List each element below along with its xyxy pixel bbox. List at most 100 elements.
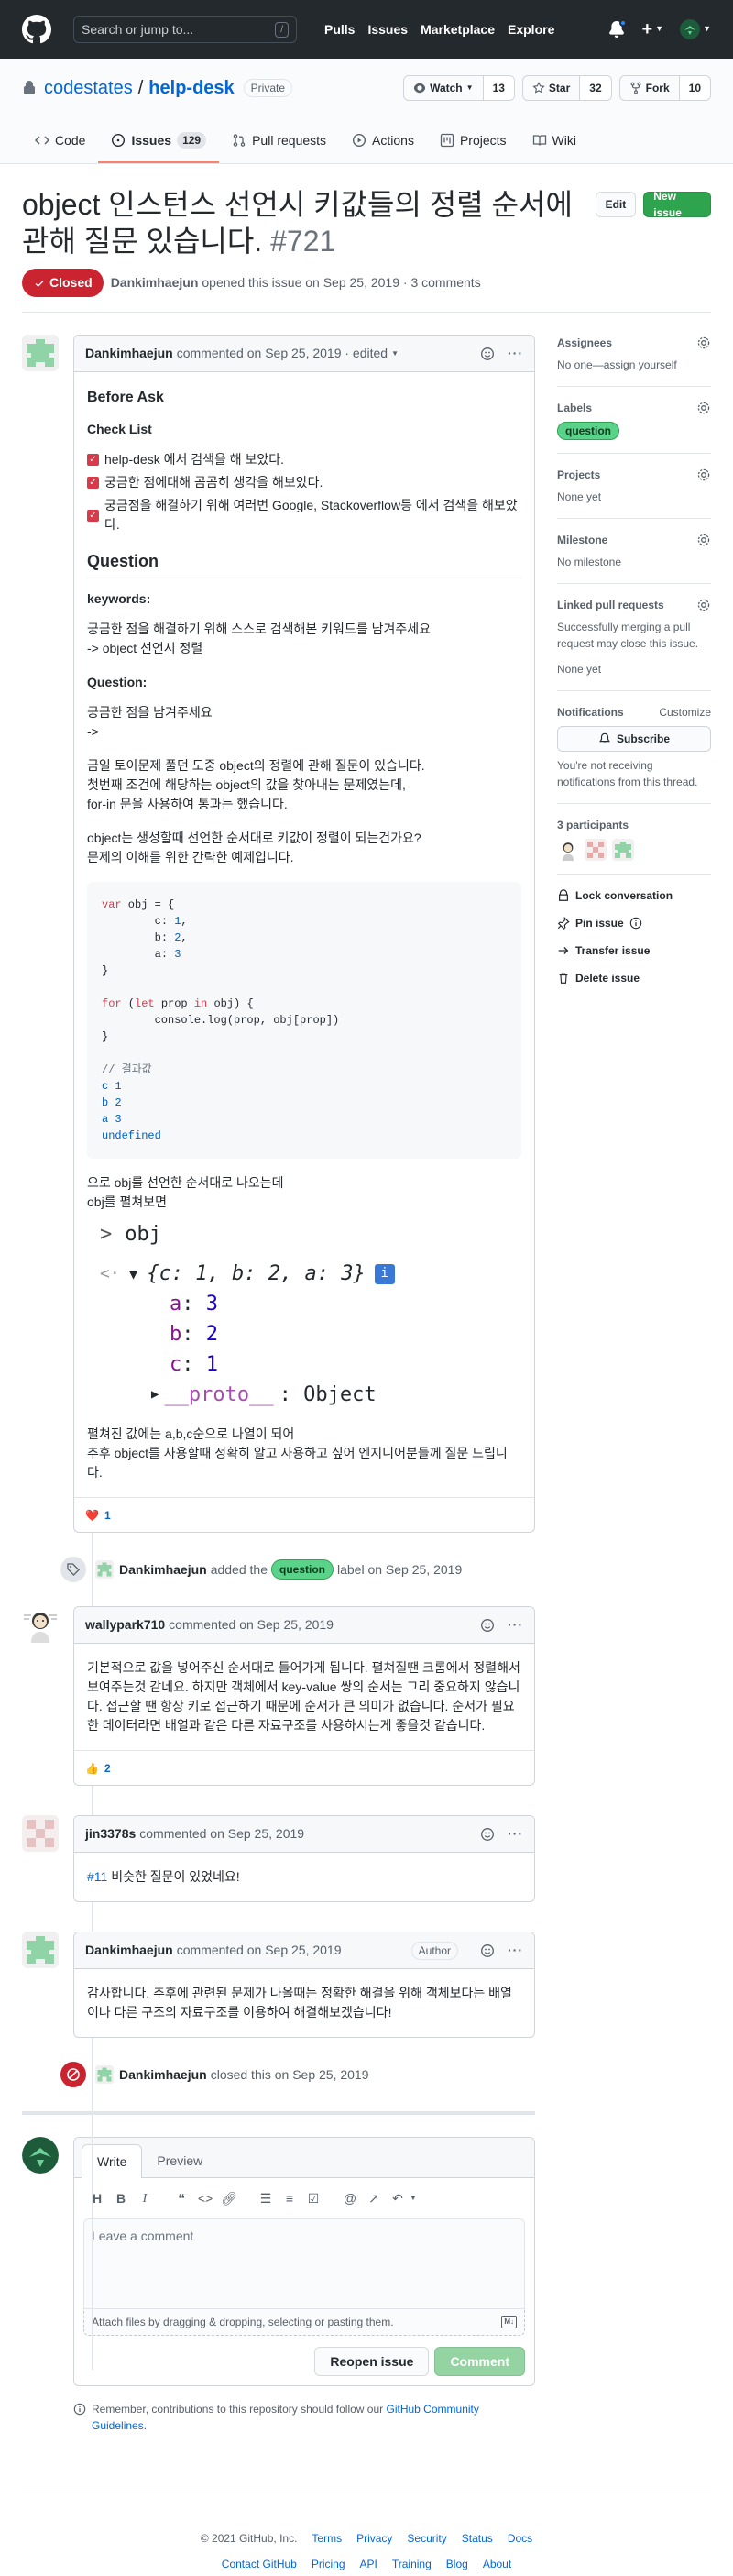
avatar[interactable] (95, 2065, 114, 2084)
comment-meta[interactable]: commented on Sep 25, 2019 (169, 1615, 334, 1635)
assignees-value[interactable]: No one—assign yourself (557, 357, 711, 373)
nav-issues[interactable]: Issues (367, 20, 408, 39)
tasklist-icon[interactable]: ☑ (301, 2187, 325, 2209)
kebab-horizontal-icon[interactable]: ··· (508, 1615, 523, 1635)
comment-author-link[interactable]: wallypark710 (85, 1615, 165, 1635)
kebab-horizontal-icon[interactable]: ··· (508, 1824, 523, 1844)
fork-button[interactable]: Fork (620, 76, 680, 100)
repo-name-link[interactable]: help-desk (148, 74, 234, 102)
footer-link-security[interactable]: Security (407, 2530, 446, 2547)
footer-link-contact[interactable]: Contact GitHub (222, 2556, 297, 2572)
label-question[interactable]: question (557, 422, 619, 440)
tab-pull-requests[interactable]: Pull requests (219, 119, 339, 163)
tab-write[interactable]: Write (82, 2144, 143, 2178)
reopen-issue-button[interactable]: Reopen issue (314, 2347, 430, 2376)
gear-icon[interactable] (696, 598, 711, 612)
avatar[interactable] (95, 1560, 114, 1579)
caret-down-icon[interactable]: ▼ (391, 348, 399, 359)
delete-issue-button[interactable]: Delete issue (557, 970, 711, 986)
star-button[interactable]: Star (523, 76, 581, 100)
reply-icon[interactable]: ↶ (386, 2187, 410, 2209)
tab-issues[interactable]: Issues 129 (98, 119, 220, 163)
bold-icon[interactable]: B (109, 2187, 133, 2209)
nav-pulls[interactable]: Pulls (324, 20, 355, 39)
comment-meta[interactable]: commented on Sep 25, 2019 (177, 1941, 342, 1960)
nav-marketplace[interactable]: Marketplace (421, 20, 495, 39)
quote-icon[interactable]: ❝ (170, 2187, 193, 2209)
tab-actions[interactable]: Actions (339, 119, 427, 163)
participant-avatar[interactable] (585, 839, 607, 861)
reaction-thumbsup[interactable]: 👍 2 (85, 1760, 111, 1777)
smiley-icon[interactable] (480, 1827, 495, 1842)
gear-icon[interactable] (696, 533, 711, 547)
avatar[interactable] (22, 2137, 59, 2174)
mention-icon[interactable]: @ (338, 2187, 362, 2209)
event-author-link[interactable]: Dankimhaejun (119, 1560, 207, 1580)
comment-author-link[interactable]: Dankimhaejun (85, 1941, 173, 1960)
ordered-list-icon[interactable]: ≡ (278, 2187, 301, 2209)
new-issue-button[interactable]: New issue (643, 190, 711, 219)
watch-count[interactable]: 13 (483, 76, 514, 100)
footer-link-docs[interactable]: Docs (508, 2530, 532, 2547)
kebab-horizontal-icon[interactable]: ··· (508, 344, 523, 363)
comment-author-link[interactable]: jin3378s (85, 1824, 136, 1844)
create-new-dropdown[interactable]: + ▼ (641, 16, 663, 43)
reaction-heart[interactable]: ❤️ 1 (85, 1507, 111, 1524)
comment-textarea[interactable]: Leave a comment (83, 2218, 525, 2308)
search-input[interactable]: Search or jump to... / (73, 16, 297, 43)
footer-link-blog[interactable]: Blog (446, 2556, 468, 2572)
event-author-link[interactable]: Dankimhaejun (119, 2065, 207, 2085)
comment-meta[interactable]: commented on Sep 25, 2019 · edited (177, 344, 388, 363)
avatar[interactable] (22, 335, 59, 371)
comment-meta[interactable]: commented on Sep 25, 2019 (139, 1824, 304, 1844)
issue-author-link[interactable]: Dankimhaejun (111, 273, 199, 292)
gear-icon[interactable] (696, 336, 711, 350)
avatar[interactable] (22, 1606, 59, 1643)
kebab-horizontal-icon[interactable]: ··· (508, 1941, 523, 1960)
user-menu-dropdown[interactable]: ▼ (680, 19, 711, 39)
smiley-icon[interactable] (480, 347, 495, 361)
footer-link-about[interactable]: About (483, 2556, 511, 2572)
footer-link-training[interactable]: Training (392, 2556, 432, 2572)
avatar[interactable] (22, 1932, 59, 1968)
avatar[interactable] (22, 1815, 59, 1852)
unordered-list-icon[interactable]: ☰ (254, 2187, 278, 2209)
gear-icon[interactable] (696, 468, 711, 482)
footer-link-terms[interactable]: Terms (312, 2530, 342, 2547)
footer-link-status[interactable]: Status (462, 2530, 493, 2547)
info-icon[interactable] (629, 917, 642, 930)
github-logo-icon[interactable] (22, 15, 51, 44)
cross-reference-icon[interactable]: ↗ (362, 2187, 386, 2209)
tab-preview[interactable]: Preview (142, 2144, 217, 2177)
pin-issue-button[interactable]: Pin issue (557, 915, 711, 931)
lock-conversation-button[interactable]: Lock conversation (557, 887, 711, 904)
file-attach-area[interactable]: Attach files by dragging & dropping, sel… (83, 2308, 525, 2336)
code-icon[interactable]: <> (193, 2187, 217, 2209)
participant-avatar[interactable] (612, 839, 634, 861)
subscribe-button[interactable]: Subscribe (557, 726, 711, 752)
gear-icon[interactable] (696, 401, 711, 415)
tab-projects[interactable]: Projects (427, 119, 520, 163)
heading-icon[interactable]: H (85, 2187, 109, 2209)
italic-icon[interactable]: I (133, 2187, 157, 2209)
fork-count[interactable]: 10 (679, 76, 710, 100)
markdown-icon[interactable]: M↓ (501, 2316, 517, 2328)
tab-wiki[interactable]: Wiki (520, 119, 589, 163)
footer-link-privacy[interactable]: Privacy (356, 2530, 392, 2547)
notifications-bell-icon[interactable] (608, 19, 628, 38)
transfer-issue-button[interactable]: Transfer issue (557, 942, 711, 959)
caret-down-icon[interactable]: ▼ (410, 2193, 417, 2204)
issue-reference-link[interactable]: #11 (87, 1869, 107, 1884)
participant-avatar[interactable] (557, 839, 579, 861)
footer-link-pricing[interactable]: Pricing (312, 2556, 345, 2572)
smiley-icon[interactable] (480, 1943, 495, 1958)
edit-title-button[interactable]: Edit (595, 192, 637, 217)
smiley-icon[interactable] (480, 1618, 495, 1633)
tab-code[interactable]: Code (22, 119, 98, 163)
repo-owner-link[interactable]: codestates (44, 74, 133, 102)
link-icon[interactable]: 🔗︎ (217, 2187, 241, 2209)
comment-author-link[interactable]: Dankimhaejun (85, 344, 173, 363)
label-question[interactable]: question (271, 1559, 334, 1580)
customize-link[interactable]: Customize (659, 704, 711, 721)
watch-button[interactable]: Watch ▼ (404, 76, 484, 100)
